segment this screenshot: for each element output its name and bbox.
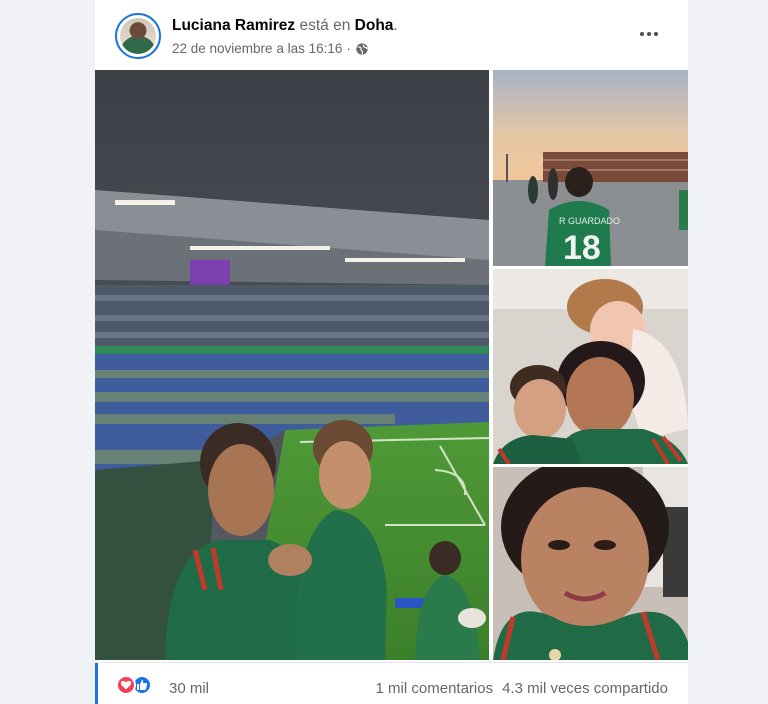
post-title-line: Luciana Ramirez está en Doha. [172,17,398,35]
jersey-number-text: 18 [563,229,601,266]
family-selfie-photo[interactable] [493,269,688,464]
engagement-stats: 1 mil comentarios 4.3 mil veces comparti… [376,680,668,697]
post-header: Luciana Ramirez está en Doha. 22 de novi… [95,0,688,70]
avatar-image [120,18,156,54]
stadium-selfie-photo[interactable] [95,70,489,660]
love-reaction-icon [116,675,136,695]
post-footer: 30 mil 1 mil comentarios 4.3 mil veces c… [95,662,688,704]
post-meta: 22 de noviembre a las 16:16 · [172,41,369,56]
comments-count-link[interactable]: 1 mil comentarios [376,680,494,697]
shares-count-link[interactable]: 4.3 mil veces compartido [502,680,668,697]
post-timestamp[interactable]: 22 de noviembre a las 16:16 [172,41,342,56]
reactions-summary[interactable] [116,675,152,695]
globe-icon[interactable] [355,42,369,56]
footer-accent-bar [95,663,98,704]
more-options-icon[interactable] [631,19,667,49]
author-name[interactable]: Luciana Ramirez [172,17,295,34]
status-verb: está en [299,17,351,34]
woman-selfie-photo[interactable] [493,467,688,660]
post-card: Luciana Ramirez está en Doha. 22 de novi… [95,0,688,704]
stadium-exterior-photo[interactable]: R GUARDADO 18 [493,70,688,266]
reaction-count[interactable]: 30 mil [169,680,209,697]
author-avatar[interactable] [115,13,161,59]
jersey-name-text: R GUARDADO [559,216,620,226]
title-period: . [393,17,398,34]
meta-separator: · [346,41,351,56]
location-link[interactable]: Doha [355,17,394,34]
